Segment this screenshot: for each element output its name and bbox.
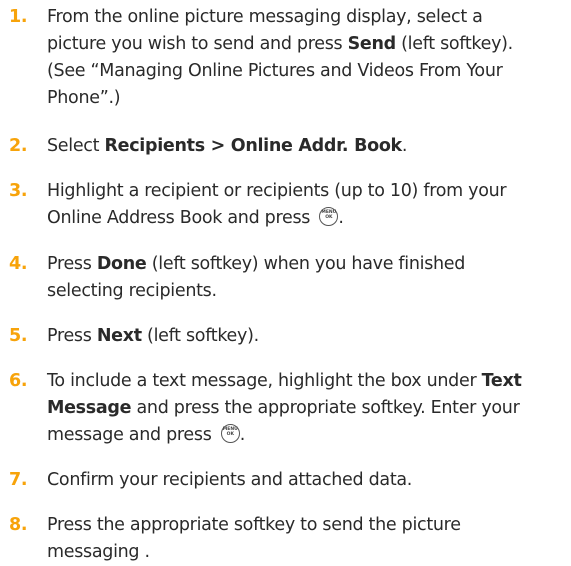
step-text: From the online picture messaging displa…: [47, 4, 565, 112]
step-text-run: (left softkey) when you have finished: [146, 254, 466, 274]
step-text-run: Confirm your recipients and attached dat…: [47, 470, 413, 490]
step-text-run: Phone”.): [47, 88, 121, 108]
step-text-run: .: [338, 208, 344, 228]
step-line: Message and press the appropriate softke…: [47, 395, 565, 422]
step-text-run: picture you wish to send and press: [47, 34, 348, 54]
step-number: 1.: [9, 7, 28, 27]
step-text-run: Online Address Book and press: [47, 208, 316, 228]
step-line: From the online picture messaging displa…: [47, 4, 565, 31]
step-line: messaging .: [47, 539, 565, 566]
step-text-bold: Send: [347, 34, 397, 54]
step-text: Highlight a recipient or recipients (up …: [47, 178, 565, 232]
step-line: Press Next (left softkey).: [47, 323, 565, 350]
step-line: (See “Managing Online Pictures and Video…: [47, 58, 565, 85]
step-number: 5.: [9, 326, 28, 346]
step-text-run: (left softkey).: [395, 34, 513, 54]
step-text-run: Press: [47, 254, 97, 274]
step-number: 2.: [9, 136, 28, 156]
step-text-run: .: [401, 136, 408, 156]
step-text-run: (See “Managing Online Pictures and Video…: [47, 61, 503, 81]
step-line: Press the appropriate softkey to send th…: [47, 512, 565, 539]
step-text-run: messaging .: [47, 542, 150, 562]
step-line: Highlight a recipient or recipients (up …: [47, 178, 565, 205]
step-text: To include a text message, highlight the…: [47, 368, 565, 449]
step-text-bold: Recipients > Online Addr. Book: [104, 136, 402, 156]
step-line: picture you wish to send and press Send …: [47, 31, 565, 58]
step-text: Select Recipients > Online Addr. Book.: [47, 133, 565, 160]
step-text: Press the appropriate softkey to send th…: [47, 512, 565, 566]
step-text-bold: Done: [96, 254, 147, 274]
step-number: 3.: [9, 181, 28, 201]
step-line: selecting recipients.: [47, 278, 565, 305]
step-text-run: (left softkey).: [141, 326, 259, 346]
step-line: Phone”.): [47, 85, 565, 112]
step-number: 7.: [9, 470, 28, 490]
step-text-bold: Next: [96, 326, 142, 346]
step-text-bold: Text: [481, 371, 522, 391]
step-text-run: Press the appropriate softkey to send th…: [47, 515, 461, 535]
step-line: Online Address Book and press MENU OK.: [47, 205, 565, 232]
step-text-run: and press the appropriate softkey. Enter…: [131, 398, 520, 418]
key-icon-label: OK: [325, 215, 333, 220]
step-number: 6.: [9, 371, 28, 391]
step-text-run: Select: [47, 136, 105, 156]
step-text-run: Highlight a recipient or recipients (up …: [47, 181, 507, 201]
step-text-run: selecting recipients.: [47, 281, 217, 301]
step-text-run: message and press: [47, 425, 217, 445]
step-text-run: .: [239, 425, 246, 445]
step-text-run: To include a text message, highlight the…: [47, 371, 482, 391]
step-number: 8.: [9, 515, 28, 535]
key-icon-label: OK: [226, 432, 234, 437]
step-line: To include a text message, highlight the…: [47, 368, 565, 395]
step-line: message and press MENU OK.: [47, 422, 565, 449]
step-text-run: From the online picture messaging displa…: [47, 7, 483, 27]
step-line: Press Done (left softkey) when you have …: [47, 251, 565, 278]
menu-ok-key-icon: MENU OK: [220, 423, 240, 443]
step-number: 4.: [9, 254, 28, 274]
menu-ok-key-icon: MENU OK: [319, 206, 339, 226]
step-line: Confirm your recipients and attached dat…: [47, 467, 565, 494]
step-line: Select Recipients > Online Addr. Book.: [47, 133, 565, 160]
step-text-bold: Message: [47, 398, 132, 418]
step-text: Press Next (left softkey).: [47, 323, 565, 350]
step-text-run: Press: [47, 326, 97, 346]
step-text: Confirm your recipients and attached dat…: [47, 467, 565, 494]
step-text: Press Done (left softkey) when you have …: [47, 251, 565, 305]
